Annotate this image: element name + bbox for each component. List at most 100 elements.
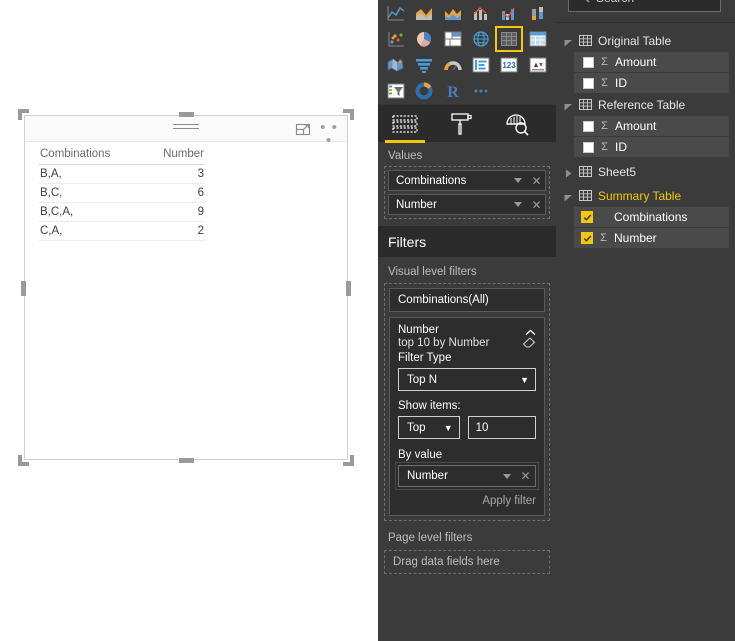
resize-handle-top-left[interactable] xyxy=(18,109,30,121)
focus-mode-icon[interactable] xyxy=(295,121,311,137)
resize-handle-top[interactable] xyxy=(179,112,194,117)
resize-handle-top-right[interactable] xyxy=(342,109,354,121)
resize-handle-left[interactable] xyxy=(21,280,26,296)
resize-handle-right[interactable] xyxy=(346,280,351,296)
checkbox-unchecked-icon[interactable] xyxy=(583,77,594,89)
slicer-icon[interactable] xyxy=(382,78,410,104)
filter-type-select[interactable]: Top N ▼ xyxy=(398,368,536,391)
data-table[interactable]: Combinations Number B,A, 3 B,C, 6 B,C,A,… xyxy=(39,146,205,241)
remove-by-value-icon[interactable]: ✕ xyxy=(519,470,532,482)
collapse-arrow-icon[interactable] xyxy=(564,191,573,202)
show-items-count-input[interactable]: 10 xyxy=(467,416,536,439)
table-visual[interactable]: • • • Combinations Number B,A, 3 B,C, 6 … xyxy=(24,115,348,460)
drag-handle-icon[interactable] xyxy=(173,124,199,133)
cell-number: 9 xyxy=(143,202,205,222)
visual-level-filters-box[interactable]: Combinations(All) Number top 10 by Numbe… xyxy=(384,283,550,521)
selected-visual-container[interactable]: • • • Combinations Number B,A, 3 B,C, 6 … xyxy=(18,109,354,466)
field-reference-id[interactable]: Σ ID xyxy=(574,137,729,157)
expand-arrow-icon[interactable] xyxy=(564,167,573,178)
line-chart-icon[interactable] xyxy=(382,0,410,26)
cell-combinations: B,C,A, xyxy=(39,202,144,222)
card-icon[interactable]: 123 xyxy=(495,52,523,78)
search-input[interactable]: Search xyxy=(568,0,721,12)
filters-pane-title: Filters xyxy=(378,226,556,257)
report-canvas[interactable]: • • • Combinations Number B,A, 3 B,C, 6 … xyxy=(0,0,378,641)
checkbox-unchecked-icon[interactable] xyxy=(583,141,594,153)
chevron-down-icon[interactable] xyxy=(514,178,522,183)
ribbon-chart-icon[interactable] xyxy=(524,0,552,26)
tree-table-sheet5[interactable]: Sheet5 xyxy=(556,161,735,182)
table-icon[interactable] xyxy=(495,26,524,52)
collapse-arrow-icon[interactable] xyxy=(564,100,573,111)
r-script-visual-icon[interactable]: R xyxy=(439,78,467,104)
field-label: Number xyxy=(614,231,657,245)
resize-handle-bottom-left[interactable] xyxy=(18,454,30,466)
filled-map-icon[interactable] xyxy=(382,52,410,78)
chevron-up-icon[interactable] xyxy=(525,327,536,335)
clear-filter-icon[interactable] xyxy=(522,336,536,349)
field-label: ID xyxy=(615,140,627,154)
collapse-arrow-icon[interactable] xyxy=(564,36,573,47)
table-row[interactable]: C,A, 2 xyxy=(39,221,205,241)
filter-card-number[interactable]: Number top 10 by Number Filter Type Top … xyxy=(389,317,545,516)
donut-chart-icon[interactable] xyxy=(410,78,438,104)
column-header-combinations[interactable]: Combinations xyxy=(39,146,144,165)
funnel-icon[interactable] xyxy=(410,52,438,78)
table-row[interactable]: B,C, 6 xyxy=(39,183,205,203)
tree-table-reference-table[interactable]: Reference Table xyxy=(556,94,735,115)
field-original-id[interactable]: Σ ID xyxy=(574,73,729,93)
cell-combinations: B,C, xyxy=(39,183,144,203)
tab-fields[interactable] xyxy=(385,109,425,143)
multi-row-card-icon[interactable] xyxy=(467,52,495,78)
line-clustered-column-chart-icon[interactable] xyxy=(495,0,523,26)
stacked-area-chart-icon[interactable] xyxy=(439,0,467,26)
show-items-direction-select[interactable]: Top ▼ xyxy=(398,416,460,439)
checkbox-checked-icon[interactable] xyxy=(581,232,593,244)
pie-chart-icon[interactable] xyxy=(410,26,438,52)
table-row[interactable]: B,A, 3 xyxy=(39,164,205,184)
visual-header: • • • xyxy=(25,116,347,148)
gallery-spacer xyxy=(524,78,552,104)
tree-table-original-table[interactable]: Original Table xyxy=(556,30,735,51)
treemap-icon[interactable] xyxy=(439,26,467,52)
field-summary-number[interactable]: Σ Number xyxy=(574,228,729,248)
checkbox-unchecked-icon[interactable] xyxy=(583,120,594,132)
tab-format[interactable] xyxy=(444,109,478,139)
checkbox-unchecked-icon[interactable] xyxy=(583,56,594,68)
chevron-down-icon[interactable]: ▼ xyxy=(444,423,453,433)
sum-sigma-icon: Σ xyxy=(601,141,608,153)
remove-field-icon[interactable]: ✕ xyxy=(530,199,543,211)
search-placeholder-text: Search xyxy=(596,0,634,5)
values-field-number[interactable]: Number ✕ xyxy=(388,194,546,215)
tab-analytics[interactable] xyxy=(500,109,534,139)
map-icon[interactable] xyxy=(467,26,495,52)
field-original-amount[interactable]: Σ Amount xyxy=(574,52,729,72)
checkbox-checked-icon[interactable] xyxy=(581,211,593,223)
scatter-chart-icon[interactable] xyxy=(382,26,410,52)
remove-field-icon[interactable]: ✕ xyxy=(530,175,543,187)
values-dropzone[interactable]: Combinations ✕ Number ✕ xyxy=(384,166,550,219)
chevron-down-icon[interactable] xyxy=(503,473,511,479)
column-header-number[interactable]: Number xyxy=(143,146,205,165)
field-summary-combinations[interactable]: Combinations xyxy=(574,207,729,227)
chevron-down-icon[interactable]: ▼ xyxy=(520,375,529,385)
gauge-icon[interactable] xyxy=(439,52,467,78)
by-value-field-pill[interactable]: Number ✕ xyxy=(395,462,539,490)
line-stacked-column-chart-icon[interactable] xyxy=(467,0,495,26)
table-grid-icon xyxy=(579,35,592,46)
table-row[interactable]: B,C,A, 9 xyxy=(39,202,205,222)
matrix-icon[interactable] xyxy=(524,26,552,52)
area-chart-icon[interactable] xyxy=(410,0,438,26)
chevron-down-icon[interactable] xyxy=(514,202,522,207)
resize-handle-bottom-right[interactable] xyxy=(342,454,354,466)
apply-filter-button[interactable]: Apply filter xyxy=(398,495,536,507)
page-level-filters-dropzone[interactable]: Drag data fields here xyxy=(384,550,550,574)
more-options-icon[interactable]: • • • xyxy=(320,120,338,148)
filter-card-combinations[interactable]: Combinations(All) xyxy=(389,288,545,312)
more-visuals-icon[interactable] xyxy=(467,78,495,104)
kpi-icon[interactable] xyxy=(524,52,552,78)
tree-table-summary-table[interactable]: Summary Table xyxy=(556,185,735,206)
field-reference-amount[interactable]: Σ Amount xyxy=(574,116,729,136)
resize-handle-bottom[interactable] xyxy=(179,458,194,463)
values-field-combinations[interactable]: Combinations ✕ xyxy=(388,170,546,191)
